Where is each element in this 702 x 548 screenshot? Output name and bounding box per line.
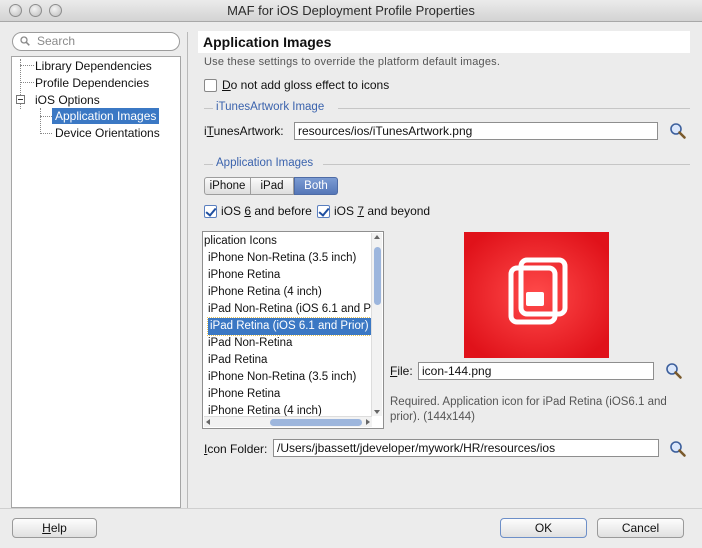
scroll-down-icon[interactable]	[374, 410, 380, 414]
app-logo-icon	[464, 232, 609, 358]
icon-folder-field[interactable]: /Users/jbassett/jdeveloper/mywork/HR/res…	[273, 439, 659, 457]
page-subtitle: Use these settings to override the platf…	[204, 56, 501, 68]
zoom-window-button[interactable]	[49, 4, 62, 17]
collapse-toggle-icon[interactable]	[16, 95, 25, 104]
vertical-scroll-thumb[interactable]	[374, 247, 381, 305]
window-title-bar: MAF for iOS Deployment Profile Propertie…	[0, 0, 702, 22]
list-item[interactable]: iPad Retina	[208, 352, 267, 369]
ios7-label[interactable]: iOS 7 and beyond	[334, 204, 430, 218]
tree-item-ios-options[interactable]: iOS Options	[35, 92, 100, 108]
itunes-artwork-field[interactable]: resources/ios/iTunesArtwork.png	[294, 122, 658, 140]
search-icon	[20, 36, 30, 46]
tree-item-library-dependencies[interactable]: Library Dependencies	[35, 58, 152, 74]
image-list[interactable]: plication Icons iPhone Non-Retina (3.5 i…	[202, 231, 384, 429]
icon-folder-label: Icon Folder:	[204, 442, 268, 456]
list-horizontal-scrollbar[interactable]	[204, 416, 372, 427]
list-item-selected[interactable]: iPad Retina (iOS 6.1 and Prior)	[207, 317, 372, 336]
browse-file-icon[interactable]	[665, 362, 683, 380]
list-item-application-icons[interactable]: plication Icons	[204, 233, 277, 250]
segment-iphone[interactable]: iPhone	[204, 177, 251, 195]
icon-preview	[464, 232, 609, 358]
list-vertical-scrollbar[interactable]	[371, 233, 382, 416]
no-gloss-label[interactable]: Do not add gloss effect to icons	[222, 78, 389, 92]
search-input[interactable]: Search	[12, 32, 180, 51]
segment-ipad[interactable]: iPad	[251, 177, 294, 195]
window-title: MAF for iOS Deployment Profile Propertie…	[227, 3, 475, 18]
ok-button[interactable]: OK	[500, 518, 587, 538]
list-item[interactable]: iPhone Non-Retina (3.5 inch)	[208, 369, 356, 386]
segment-both[interactable]: Both	[294, 177, 338, 195]
file-field[interactable]: icon-144.png	[418, 362, 654, 380]
help-button[interactable]: Help	[12, 518, 97, 538]
ios6-checkbox[interactable]	[204, 205, 217, 218]
minimize-window-button[interactable]	[29, 4, 42, 17]
scroll-right-icon[interactable]	[366, 419, 370, 425]
no-gloss-checkbox[interactable]	[204, 79, 217, 92]
tree-item-application-images[interactable]: Application Images	[52, 108, 160, 124]
cancel-button[interactable]: Cancel	[597, 518, 684, 538]
list-item[interactable]: iPhone Retina	[208, 267, 280, 284]
image-description: Required. Application icon for iPad Reti…	[390, 396, 667, 423]
browse-icon-folder-icon[interactable]	[669, 440, 687, 458]
ios6-label[interactable]: iOS 6 and before	[221, 204, 312, 218]
close-window-button[interactable]	[9, 4, 22, 17]
list-item[interactable]: iPhone Retina (4 inch)	[208, 284, 322, 301]
scroll-left-icon[interactable]	[206, 419, 210, 425]
scroll-up-icon[interactable]	[374, 235, 380, 239]
tree-item-device-orientations[interactable]: Device Orientations	[55, 125, 160, 141]
itunes-section-title: iTunesArtwork Image	[216, 101, 325, 113]
list-item[interactable]: iPad Non-Retina	[208, 335, 292, 352]
horizontal-scroll-thumb[interactable]	[270, 419, 362, 426]
app-images-section-title: Application Images	[216, 157, 314, 169]
page-title: Application Images	[198, 31, 690, 53]
list-item[interactable]: iPhone Non-Retina (3.5 inch)	[208, 250, 356, 267]
settings-tree[interactable]: Library Dependencies Profile Dependencie…	[11, 56, 181, 508]
itunes-artwork-label: iTunesArtwork:	[204, 124, 284, 138]
browse-itunes-artwork-icon[interactable]	[669, 122, 687, 140]
tree-item-profile-dependencies[interactable]: Profile Dependencies	[35, 75, 149, 91]
search-placeholder: Search	[37, 34, 76, 48]
pane-divider[interactable]	[187, 32, 188, 508]
ios7-checkbox[interactable]	[317, 205, 330, 218]
file-label: File:	[390, 364, 413, 378]
list-item[interactable]: iPad Non-Retina (iOS 6.1 and P	[208, 301, 371, 318]
list-item[interactable]: iPhone Retina	[208, 386, 280, 403]
